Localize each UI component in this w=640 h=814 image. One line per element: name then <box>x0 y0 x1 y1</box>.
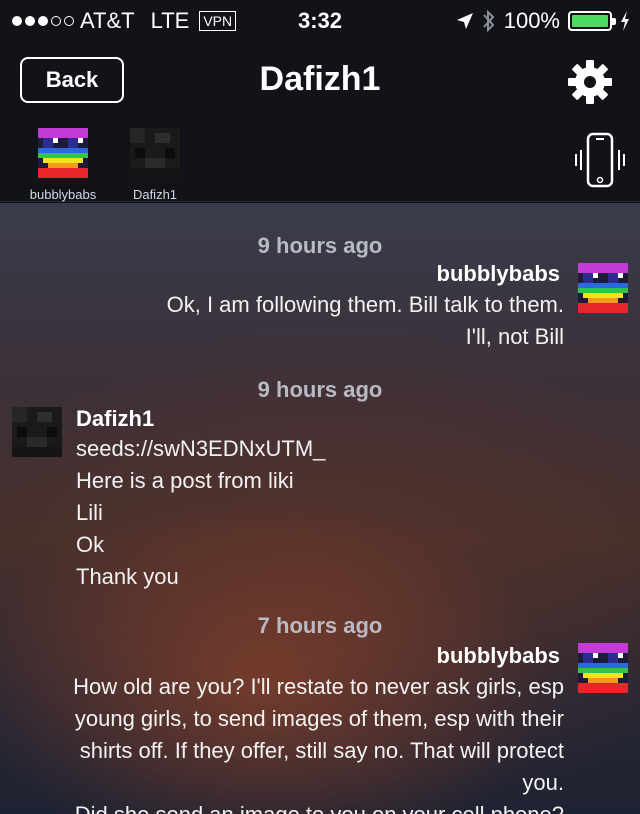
message-line: How old are you? I'll restate to never a… <box>73 674 564 699</box>
bluetooth-icon <box>482 9 495 33</box>
participant-bubblybabs[interactable]: bubblybabs <box>18 128 108 202</box>
status-right: 100% <box>456 8 630 34</box>
rainbow-pixel-avatar <box>38 128 88 178</box>
sender-name: bubblybabs <box>436 643 560 668</box>
dark-pixel-avatar <box>130 128 180 178</box>
back-button[interactable]: Back <box>20 57 124 103</box>
battery-percent: 100% <box>503 8 560 33</box>
message-line: you. <box>522 770 564 795</box>
rainbow-pixel-avatar[interactable] <box>578 263 628 313</box>
message-line: Did she send an image to you on your cel… <box>75 799 564 814</box>
message-line-text: Did she send an image to you on your cel… <box>75 802 564 814</box>
message-line: young girls, to send images of them, esp… <box>74 706 564 731</box>
status-bar: AT&T LTE VPN 3:32 100% <box>0 0 640 40</box>
charging-bolt-icon <box>621 11 629 31</box>
sender-name: bubblybabs <box>436 261 560 286</box>
signal-strength-icon <box>12 16 74 26</box>
network-type: LTE <box>150 8 190 33</box>
message-line: I'll, not Bill <box>465 324 564 349</box>
battery-icon <box>568 11 616 31</box>
message-line: Ok <box>76 532 105 557</box>
message-line: Here is a post from liki <box>76 468 294 493</box>
participant-dafizh1[interactable]: Dafizh1 <box>110 128 200 202</box>
vpn-badge: VPN <box>199 11 237 31</box>
chat-area[interactable]: 9 hours ago bubblybabs Ok, I am followin… <box>0 203 640 814</box>
participant-name: Dafizh1 <box>132 187 178 202</box>
top-bar: AT&T LTE VPN 3:32 100% Back Dafizh1 bubb… <box>0 0 640 202</box>
sender-name: Dafizh1 <box>76 406 155 431</box>
message-line: Lili <box>76 500 103 525</box>
message-line: shirts off. If they offer, still say no.… <box>79 738 564 763</box>
timestamp: 7 hours ago <box>257 613 383 638</box>
rainbow-pixel-avatar[interactable] <box>578 643 628 693</box>
carrier-name: AT&T <box>80 8 135 33</box>
timestamp: 9 hours ago <box>257 233 383 258</box>
location-arrow-icon <box>456 13 473 29</box>
participant-name: bubblybabs <box>29 187 97 202</box>
phone-vibrate-icon[interactable] <box>572 132 628 188</box>
dark-pixel-avatar[interactable] <box>12 407 62 457</box>
gear-icon[interactable] <box>566 58 614 106</box>
status-left: AT&T LTE VPN <box>12 8 237 34</box>
message-line: Ok, I am following them. Bill talk to th… <box>166 292 564 317</box>
message-line[interactable]: seeds://swN3EDNxUTM_ <box>76 433 325 465</box>
timestamp: 9 hours ago <box>257 377 383 402</box>
message-line: Thank you <box>76 564 179 589</box>
